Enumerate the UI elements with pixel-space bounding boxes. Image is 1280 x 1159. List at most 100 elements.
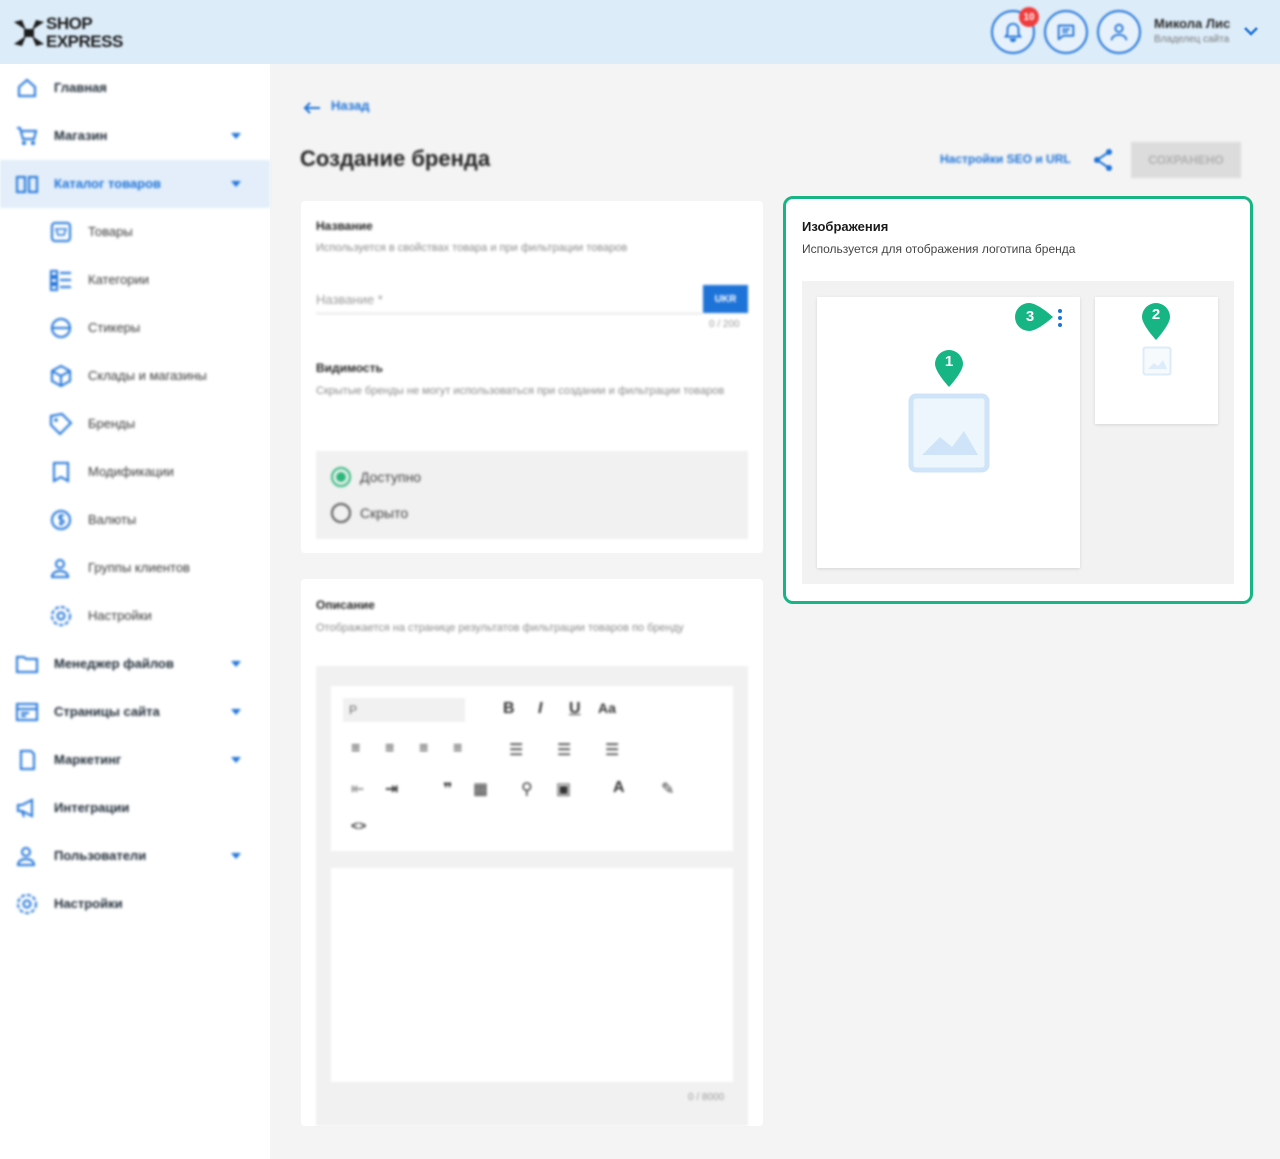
modification-icon bbox=[53, 462, 69, 483]
user-name[interactable]: Микола Лис bbox=[1154, 16, 1230, 31]
customer-group-icon bbox=[50, 559, 70, 578]
share-icon[interactable] bbox=[1092, 148, 1114, 172]
radio-hidden[interactable] bbox=[331, 503, 351, 523]
outdent-icon[interactable]: ⇤ bbox=[351, 779, 364, 799]
quote-icon[interactable]: ❞ bbox=[443, 779, 452, 799]
table-icon[interactable]: ▦ bbox=[473, 779, 488, 799]
sidebar-item-brands[interactable]: Бренды bbox=[0, 400, 270, 448]
bold-icon[interactable]: B bbox=[503, 700, 515, 718]
visibility-options bbox=[316, 451, 748, 539]
back-link[interactable]: Назад bbox=[331, 98, 370, 113]
images-section-title: Изображения bbox=[802, 219, 889, 234]
chevron-down-icon bbox=[231, 757, 241, 763]
sidebar-item-products[interactable]: Товары bbox=[0, 208, 270, 256]
page-title: Создание бренда bbox=[300, 146, 491, 171]
chevron-down-icon bbox=[231, 709, 241, 715]
gear-icon bbox=[51, 606, 71, 626]
chevron-down-icon[interactable] bbox=[1243, 25, 1259, 37]
name-section-title: Название bbox=[316, 219, 373, 233]
brand-name-input[interactable]: Название * bbox=[316, 286, 702, 314]
more-options-icon[interactable] bbox=[1054, 307, 1066, 329]
gear-icon bbox=[17, 894, 37, 914]
warehouse-icon bbox=[51, 364, 71, 388]
arrow-left-icon[interactable] bbox=[302, 101, 322, 115]
link-icon[interactable]: ⚲ bbox=[521, 779, 533, 799]
text-color-icon[interactable]: A bbox=[613, 779, 625, 797]
align-justify-icon[interactable]: ≡ bbox=[453, 740, 462, 758]
numbered-list-icon[interactable]: ☰ bbox=[557, 740, 571, 760]
folder-icon bbox=[16, 656, 38, 673]
sidebar-item-stickers[interactable]: Стикеры bbox=[0, 304, 270, 352]
radio-available-label[interactable]: Доступно bbox=[360, 469, 421, 485]
sidebar-item-catalog[interactable]: Каталог товаров bbox=[0, 160, 270, 208]
callout-marker-1: 1 bbox=[934, 350, 964, 388]
radio-hidden-label[interactable]: Скрыто bbox=[360, 505, 408, 521]
align-left-icon[interactable]: ≡ bbox=[351, 740, 360, 758]
indent-icon[interactable]: ⇥ bbox=[385, 779, 398, 799]
sidebar-item-modifications[interactable]: Модификации bbox=[0, 448, 270, 496]
bullet-list-icon[interactable]: ☰ bbox=[509, 740, 523, 760]
radio-available[interactable] bbox=[331, 467, 351, 487]
name-section-subtitle: Используется в свойствах товара и при фи… bbox=[316, 242, 628, 254]
sidebar: Главная Магазин Каталог товаров Товары К… bbox=[0, 64, 270, 1159]
sidebar-item-catalog-settings[interactable]: Настройки bbox=[0, 592, 270, 640]
image-placeholder-icon bbox=[908, 393, 990, 473]
product-icon bbox=[51, 222, 71, 242]
image-placeholder-small-icon bbox=[1142, 346, 1172, 376]
megaphone-icon bbox=[17, 798, 33, 818]
chevron-down-icon bbox=[231, 853, 241, 859]
line-height-icon[interactable]: ☰ bbox=[605, 740, 619, 760]
cart-icon bbox=[17, 127, 38, 145]
font-size-icon[interactable]: Aa bbox=[598, 700, 616, 716]
sidebar-item-categories[interactable]: Категории bbox=[0, 256, 270, 304]
save-button[interactable]: СОХРАНЕНО bbox=[1131, 142, 1241, 178]
sidebar-item-customer-groups[interactable]: Группы клиентов bbox=[0, 544, 270, 592]
messages-button[interactable] bbox=[1044, 10, 1088, 54]
users-icon bbox=[16, 847, 36, 866]
home-icon bbox=[18, 78, 36, 97]
name-char-counter: 0 / 200 bbox=[709, 319, 740, 330]
description-section-title: Описание bbox=[316, 598, 375, 612]
marketing-icon bbox=[20, 750, 35, 770]
visibility-section-title: Видимость bbox=[316, 361, 383, 375]
top-header: SHOP EXPRESS 10 Микола Лис Владелец сайт… bbox=[0, 0, 1280, 64]
sticker-icon bbox=[51, 318, 71, 338]
underline-icon[interactable]: U bbox=[569, 700, 581, 718]
image-insert-icon[interactable]: ▣ bbox=[556, 779, 571, 799]
chevron-down-icon bbox=[231, 661, 241, 667]
logo-mark-icon bbox=[14, 20, 44, 46]
sidebar-item-file-manager[interactable]: Менеджер файлов bbox=[0, 640, 270, 688]
user-role: Владелец сайта bbox=[1154, 34, 1230, 45]
sidebar-item-integrations[interactable]: Интеграции bbox=[0, 784, 270, 832]
profile-button[interactable] bbox=[1097, 10, 1141, 54]
sidebar-item-users[interactable]: Пользователи bbox=[0, 832, 270, 880]
format-select[interactable]: P bbox=[343, 698, 465, 722]
seo-settings-link[interactable]: Настройки SEO и URL bbox=[940, 152, 1071, 166]
align-center-icon[interactable]: ≡ bbox=[385, 740, 394, 758]
editor-toolbar: P B I U Aa ≡ ≡ ≡ ≡ ☰ ☰ ☰ ⇤ ⇥ ❞ ▦ ⚲ ▣ A ✎… bbox=[331, 686, 733, 851]
align-right-icon[interactable]: ≡ bbox=[419, 740, 428, 758]
chat-icon bbox=[1057, 24, 1075, 41]
description-char-counter: 0 / 8000 bbox=[688, 1092, 725, 1103]
book-icon bbox=[16, 176, 38, 193]
sidebar-item-marketing[interactable]: Маркетинг bbox=[0, 736, 270, 784]
currency-icon bbox=[51, 510, 71, 530]
shop-express-logo[interactable]: SHOP EXPRESS bbox=[12, 14, 123, 52]
sidebar-item-shop[interactable]: Магазин bbox=[0, 112, 270, 160]
sidebar-item-warehouses[interactable]: Склады и магазины bbox=[0, 352, 270, 400]
sidebar-item-home[interactable]: Главная bbox=[0, 64, 270, 112]
chevron-down-icon bbox=[231, 181, 241, 187]
sidebar-item-currencies[interactable]: Валюты bbox=[0, 496, 270, 544]
language-button[interactable]: UKR bbox=[703, 285, 748, 313]
images-section-subtitle: Используется для отображения логотипа бр… bbox=[802, 242, 1076, 256]
highlight-icon[interactable]: ✎ bbox=[661, 779, 674, 799]
sidebar-item-settings[interactable]: Настройки bbox=[0, 880, 270, 928]
description-editor[interactable] bbox=[331, 868, 733, 1082]
tag-icon bbox=[50, 412, 73, 436]
source-code-icon[interactable]: <> bbox=[351, 818, 366, 833]
sidebar-item-site-pages[interactable]: Страницы сайта bbox=[0, 688, 270, 736]
italic-icon[interactable]: I bbox=[538, 700, 542, 718]
chevron-down-icon bbox=[231, 133, 241, 139]
pages-icon bbox=[16, 703, 38, 721]
notifications-button[interactable]: 10 bbox=[991, 7, 1039, 54]
